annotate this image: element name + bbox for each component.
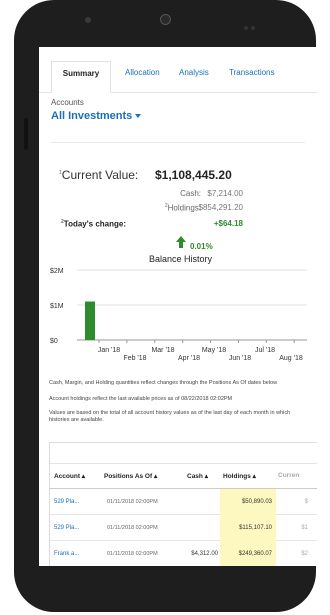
phone-frame: Summary Allocation Analysis Transactions… bbox=[14, 0, 317, 612]
table-row: 529 Pla... 01/11/2018 02:00PM $115,107.1… bbox=[50, 515, 317, 541]
speaker-icon bbox=[244, 17, 264, 30]
holdings-cell: $249,360.07 bbox=[220, 541, 276, 566]
tab-summary[interactable]: Summary bbox=[51, 61, 111, 94]
cash-value: $7,214.00 bbox=[207, 189, 243, 198]
tab-bar: Summary Allocation Analysis Transactions bbox=[39, 47, 317, 94]
tab-analysis[interactable]: Analysis bbox=[179, 68, 209, 77]
cash-cell bbox=[178, 489, 218, 515]
balance-history-chart: $2M $1M $0 Jan '18 Mar '18 May '18 Jul '18 Feb … bbox=[50, 268, 307, 362]
col-cash-header[interactable]: Cash ▴ bbox=[187, 463, 208, 489]
current-cell: $1 bbox=[301, 525, 308, 531]
tab-allocation[interactable]: Allocation bbox=[125, 68, 160, 77]
y-tick-label: $2M bbox=[50, 268, 64, 275]
balance-bar bbox=[85, 301, 95, 340]
current-value: $1,108,445.20 bbox=[155, 168, 232, 182]
positions-as-of: 01/11/2018 02:00PM bbox=[107, 499, 158, 505]
current-value-label: 1Current Value: bbox=[59, 168, 139, 182]
account-selector-label: All Investments bbox=[51, 110, 133, 122]
table-header bbox=[50, 463, 317, 489]
tab-transactions[interactable]: Transactions bbox=[229, 68, 275, 77]
disclaimer-line-3: Values are based on the total of all acc… bbox=[49, 410, 291, 423]
todays-change-label: 2Today's change: bbox=[61, 219, 126, 229]
x-tick-label: Apr '18 bbox=[178, 355, 200, 362]
x-tick-label: Jul '18 bbox=[255, 347, 275, 354]
volume-button[interactable] bbox=[24, 118, 28, 150]
current-cell: $ bbox=[304, 499, 308, 505]
x-tick-label: Mar '18 bbox=[151, 347, 174, 354]
x-tick-label: Feb '18 bbox=[123, 355, 146, 362]
current-cell: $2 bbox=[301, 551, 308, 557]
camera-icon bbox=[160, 14, 171, 25]
app-screen: Summary Allocation Analysis Transactions… bbox=[39, 47, 317, 566]
col-current-header[interactable]: Curren bbox=[278, 463, 299, 489]
table-row: 529 Pla... 01/11/2018 02:00PM $50,890.03… bbox=[50, 489, 317, 515]
holdings-label: 2Holdings: bbox=[164, 203, 201, 213]
col-holdings-header[interactable]: Holdings ▴ bbox=[223, 463, 256, 489]
cash-label: Cash: bbox=[180, 189, 201, 198]
disclaimer-line-2: Account holdings reflect the last availa… bbox=[49, 396, 233, 402]
account-link[interactable]: 529 Pla... bbox=[54, 489, 79, 515]
holdings-value: $854,291.20 bbox=[198, 203, 244, 212]
holdings-cell: $50,890.03 bbox=[220, 489, 276, 515]
cash-cell bbox=[178, 515, 218, 541]
col-account-header[interactable]: Account ▴ bbox=[54, 463, 85, 489]
x-tick-label: Jun '18 bbox=[229, 355, 251, 362]
cash-cell: $4,312.00 bbox=[191, 551, 218, 557]
account-link[interactable]: Frank a... bbox=[54, 541, 79, 566]
up-arrow-icon bbox=[176, 236, 186, 248]
y-tick-label: $1M bbox=[50, 303, 64, 310]
y-tick-label: $0 bbox=[50, 338, 58, 345]
accounts-label: Accounts bbox=[51, 98, 84, 107]
holdings-cell: $115,107.10 bbox=[220, 515, 276, 541]
account-selector[interactable]: All Investments bbox=[51, 110, 142, 122]
caret-down-icon bbox=[135, 114, 142, 119]
x-tick-label: May '18 bbox=[202, 347, 226, 354]
sensor-icon bbox=[85, 17, 91, 23]
disclaimer-line-1: Cash, Margin, and Holding quantities ref… bbox=[49, 380, 278, 386]
col-positions-header[interactable]: Positions As Of ▴ bbox=[104, 463, 157, 489]
account-link[interactable]: 529 Pla... bbox=[54, 515, 79, 541]
todays-change-percent: 0.01% bbox=[190, 242, 213, 251]
accounts-table: Account ▴ Positions As Of ▴ Cash ▴ Holdi… bbox=[49, 442, 317, 566]
x-tick-label: Jan '18 bbox=[98, 347, 120, 354]
positions-as-of: 01/11/2018 02:00PM bbox=[107, 551, 158, 557]
positions-as-of: 01/11/2018 02:00PM bbox=[107, 525, 158, 531]
table-row: Frank a... 01/11/2018 02:00PM $4,312.00 … bbox=[50, 541, 317, 566]
x-tick-label: Aug '18 bbox=[279, 355, 303, 362]
todays-change-value: +$64.18 bbox=[213, 219, 243, 228]
divider bbox=[51, 142, 305, 143]
